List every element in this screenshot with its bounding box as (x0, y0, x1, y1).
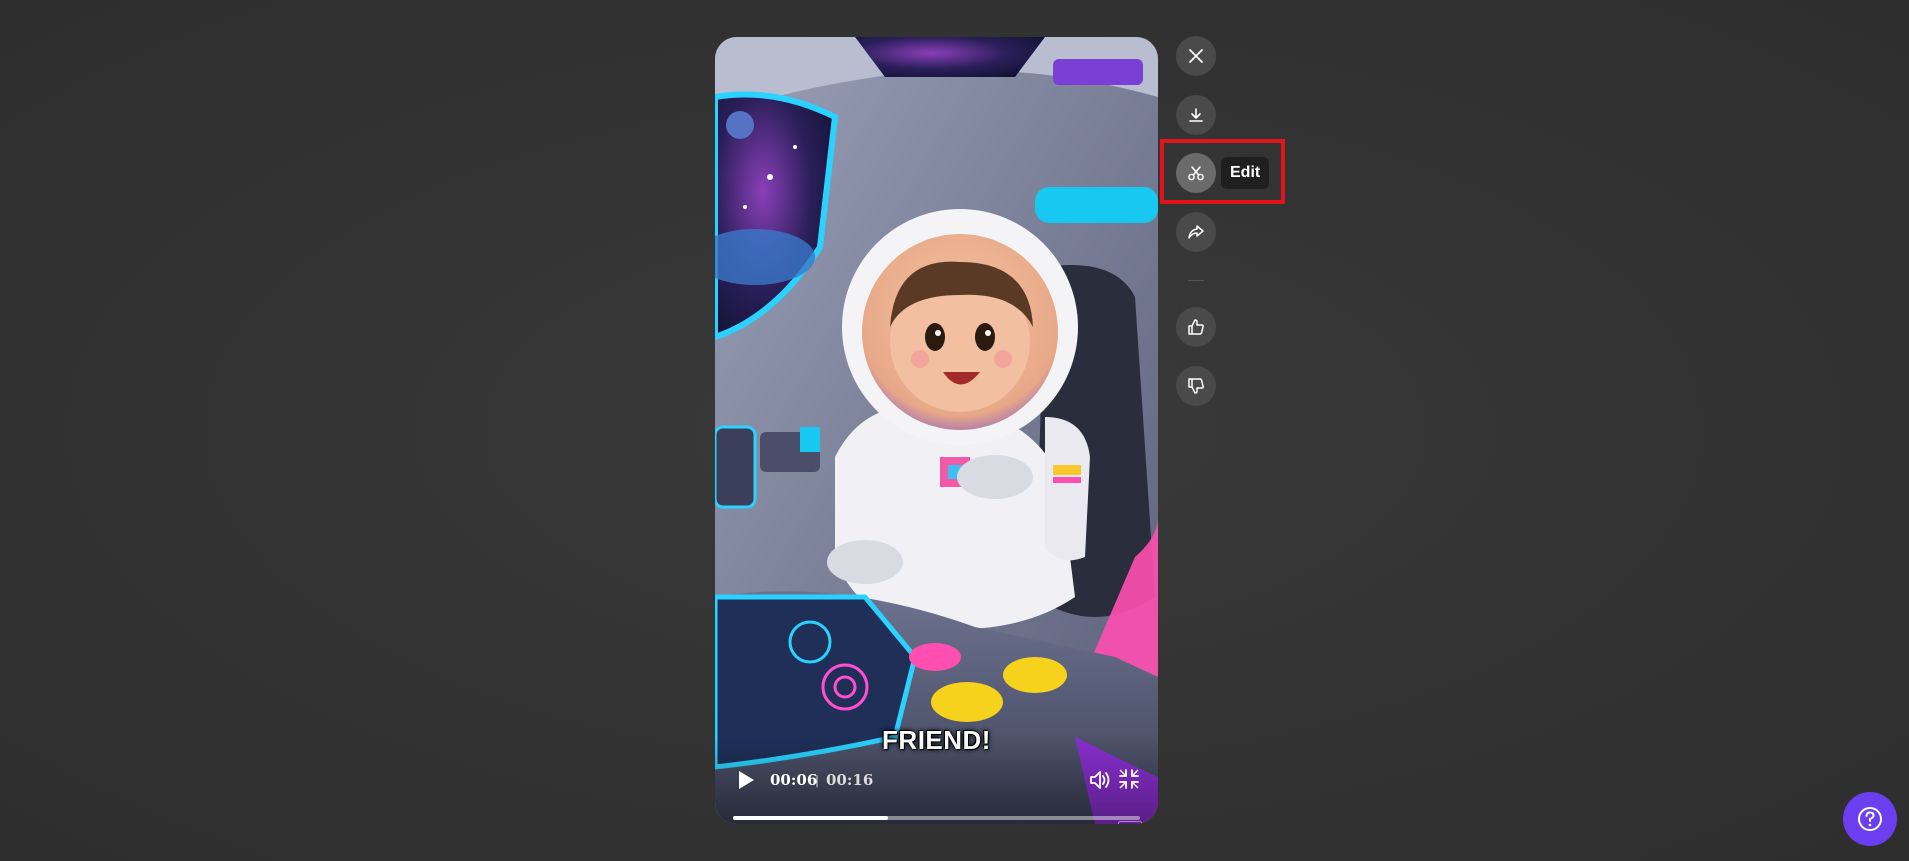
like-button[interactable] (1176, 307, 1216, 347)
share-button[interactable] (1176, 212, 1216, 252)
time-separator: | (815, 773, 820, 787)
download-icon (1189, 108, 1203, 122)
total-duration: 00:16 (826, 771, 874, 789)
highlight-box (1160, 139, 1285, 204)
exit-fullscreen-icon (1119, 769, 1139, 789)
video-player[interactable]: FRIEND! 00:06 | 00:16 AI (715, 37, 1158, 824)
current-time: 00:06 (770, 771, 818, 789)
progress-bar[interactable] (733, 816, 1140, 820)
help-button[interactable] (1843, 792, 1897, 846)
progress-bar-fill (733, 816, 888, 820)
thumbs-up-icon (1188, 319, 1204, 335)
volume-icon (1090, 771, 1110, 789)
volume-button[interactable] (1088, 768, 1114, 792)
play-icon (739, 771, 754, 789)
rail-divider (1188, 280, 1204, 281)
dislike-button[interactable] (1176, 366, 1216, 406)
share-icon (1188, 225, 1204, 239)
video-frame-astronaut (715, 37, 1158, 824)
thumbs-down-icon (1188, 378, 1204, 394)
close-button[interactable] (1176, 36, 1216, 76)
play-button[interactable] (734, 768, 758, 792)
ai-badge: AI (1118, 821, 1142, 824)
close-icon (1189, 49, 1203, 63)
exit-fullscreen-button[interactable] (1118, 768, 1142, 792)
download-button[interactable] (1176, 95, 1216, 135)
question-icon (1858, 807, 1882, 831)
video-controls: 00:06 | 00:16 AI (715, 734, 1158, 824)
